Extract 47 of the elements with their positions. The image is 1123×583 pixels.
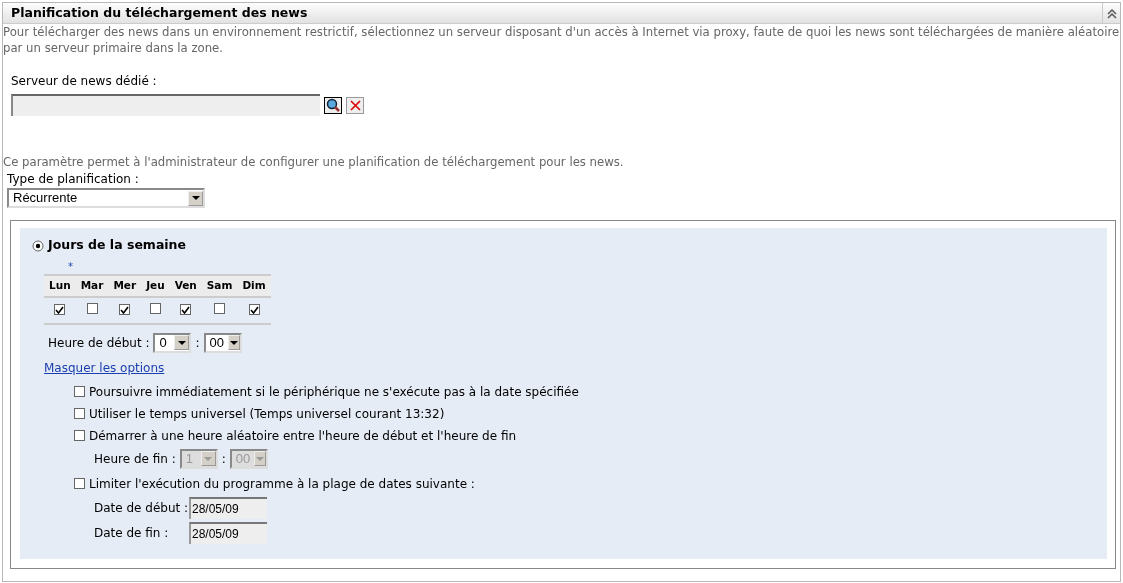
day-header: Dim: [237, 274, 271, 297]
date-field[interactable]: 28/05/09: [189, 521, 267, 544]
checkbox[interactable]: [74, 408, 85, 419]
server-field[interactable]: [11, 94, 320, 116]
field-label: Date de début :: [94, 499, 189, 517]
option-label: Utiliser le temps universel (Temps universel courant 13:32): [89, 405, 445, 423]
schedule-type-dropdown[interactable]: Récurrente: [7, 188, 205, 208]
field-label: Heure de fin :: [94, 450, 176, 468]
checkbox[interactable]: [74, 386, 85, 397]
schedule-description: Ce paramètre permet à l'administrateur de configurer une planification de téléchargement pour les news.: [3, 154, 625, 170]
checkbox[interactable]: [86, 302, 98, 314]
hour-dropdown[interactable]: 0: [153, 332, 192, 353]
day-header: Mer: [108, 274, 142, 297]
option-label: Limiter l'exécution du programme à la plage de dates suivante :: [89, 475, 475, 493]
search-button[interactable]: [324, 96, 342, 114]
separator-text: :: [195, 334, 200, 352]
day-header: Jeu: [141, 274, 170, 297]
day-header: Lun: [44, 274, 76, 297]
close-icon: [348, 98, 362, 112]
clear-button[interactable]: [346, 96, 364, 114]
option-label: Poursuivre immédiatement si le périphérique ne s'exécute pas à la date spécifiée: [89, 383, 579, 401]
separator-text: :: [221, 450, 226, 468]
checkbox[interactable]: [149, 302, 161, 314]
field-label: Date de fin :: [94, 524, 170, 542]
panel-title: Planification du téléchargement des news: [10, 3, 309, 22]
hide-options-link[interactable]: Masquer les options: [44, 358, 165, 377]
checkbox[interactable]: [74, 430, 85, 441]
minute-dropdown[interactable]: 00: [203, 332, 242, 353]
checkbox[interactable]: [180, 304, 192, 315]
day-header: Sam: [201, 274, 238, 297]
checkbox[interactable]: [74, 478, 85, 489]
date-field[interactable]: 28/05/09: [189, 496, 267, 519]
field-label: Type de planification :: [7, 171, 140, 188]
chevron-icon: [1106, 7, 1117, 19]
day-header: Ven: [169, 274, 202, 297]
checkbox[interactable]: [54, 304, 66, 315]
description-text: Pour télécharger des news dans un environnement restrictif, sélectionnez un serveur disposant d'un accès à Internet via proxy, faute de quoi les news sont téléchargées de manière aléatoire par un serveur primaire dans la zone.: [3, 24, 1120, 56]
option-label: Démarrer à une heure aléatoire entre l'heure de début et l'heure de fin: [89, 427, 517, 445]
required-mark: *: [68, 259, 74, 274]
field-label: Heure de début :: [48, 334, 150, 352]
checkbox[interactable]: [214, 302, 226, 314]
radio-label: Jours de la semaine: [48, 236, 186, 254]
checkbox[interactable]: [248, 304, 260, 315]
day-header: Mar: [75, 274, 109, 297]
field-label: Serveur de news dédié :: [11, 73, 158, 90]
search-icon: [326, 98, 340, 112]
checkbox[interactable]: [119, 304, 131, 315]
